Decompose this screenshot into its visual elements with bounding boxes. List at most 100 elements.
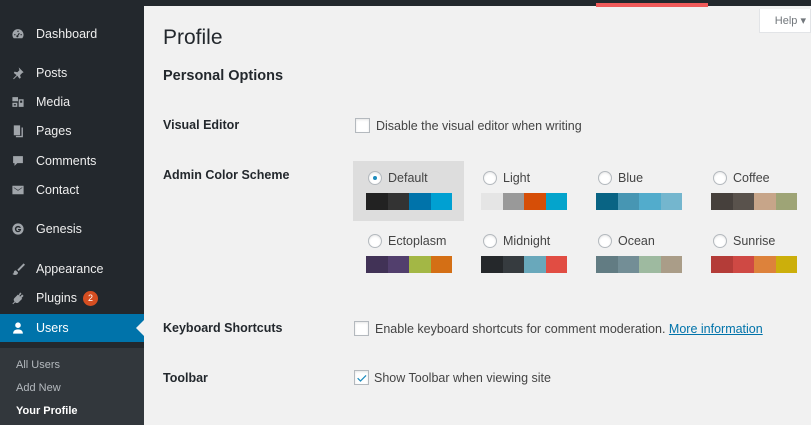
submenu-item-add-new[interactable]: Add New [16,382,61,394]
genesis-icon [0,222,36,236]
color-swatch [524,256,546,273]
sidebar-item-label: Comments [36,154,97,168]
sidebar-item-pages[interactable]: Pages [0,117,144,145]
color-swatch [754,256,776,273]
color-swatches [481,256,567,273]
color-swatches [711,256,797,273]
color-scheme-radio[interactable] [368,234,382,248]
color-swatch [387,256,409,273]
color-scheme-radio[interactable] [368,171,382,185]
keyboard-shortcuts-checkbox[interactable] [354,321,369,336]
sidebar-item-genesis[interactable]: Genesis [0,215,144,243]
color-swatches [481,193,567,210]
page-title: Profile [163,26,223,49]
admin-sidebar: Dashboard Posts Media Pages Comments Con… [0,6,144,425]
color-swatches [366,256,452,273]
plugin-icon [0,291,36,305]
color-swatch [754,193,776,210]
color-scheme-name: Sunrise [733,234,776,248]
color-scheme-radio[interactable] [598,234,612,248]
color-scheme-radio[interactable] [483,171,497,185]
color-scheme-option[interactable]: Light [468,161,579,221]
color-scheme-radio[interactable] [713,171,727,185]
color-scheme-name: Light [503,171,531,185]
keyboard-shortcuts-option-label: Enable keyboard shortcuts for comment mo… [375,322,666,336]
more-information-link[interactable]: More information [669,322,763,336]
visual-editor-label: Visual Editor [163,118,240,132]
brush-icon [0,262,36,276]
sidebar-item-label: Appearance [36,262,104,276]
visual-editor-checkbox[interactable] [355,118,370,133]
pages-icon [0,124,36,138]
sidebar-item-contact[interactable]: Contact [0,176,144,204]
sidebar-item-label: Genesis [36,222,82,236]
color-swatch [732,256,754,273]
help-tab-button[interactable]: Help ▾ [759,9,811,33]
sidebar-item-users[interactable]: Users [0,314,144,342]
color-swatch [596,193,618,210]
color-scheme-option[interactable]: Ocean [583,224,694,284]
sidebar-item-label: Posts [36,66,68,80]
color-swatch [775,256,797,273]
color-swatch [524,193,546,210]
sidebar-item-plugins[interactable]: Plugins 2 [0,284,144,312]
toolbar-option-label: Show Toolbar when viewing site [374,371,551,385]
color-swatch [545,193,567,210]
color-swatch [409,193,431,210]
color-scheme-radio[interactable] [598,171,612,185]
color-swatch [711,256,733,273]
color-scheme-radio[interactable] [713,234,727,248]
submenu-item-your-profile[interactable]: Your Profile [16,405,78,417]
sidebar-item-label: Dashboard [36,27,98,41]
color-swatch [481,193,503,210]
sidebar-item-label: Pages [36,124,72,138]
sidebar-item-label: Contact [36,183,80,197]
color-swatch [732,193,754,210]
keyboard-shortcuts-label: Keyboard Shortcuts [163,321,283,335]
color-scheme-option[interactable]: Default [353,161,464,221]
color-swatch [660,193,682,210]
color-swatch [545,256,567,273]
color-swatches [366,193,452,210]
submenu-item-all-users[interactable]: All Users [16,359,60,371]
color-scheme-name: Coffee [733,171,770,185]
color-swatch [711,193,733,210]
color-swatch [387,193,409,210]
color-scheme-option[interactable]: Sunrise [698,224,809,284]
sidebar-item-comments[interactable]: Comments [0,147,144,175]
sidebar-item-dashboard[interactable]: Dashboard [0,20,144,48]
color-scheme-name: Blue [618,171,644,185]
plugin-update-badge: 2 [83,290,98,306]
toolbar-checkbox[interactable] [354,370,369,385]
keyboard-shortcuts-option: Enable keyboard shortcuts for comment mo… [375,322,763,336]
color-swatch [617,193,639,210]
color-swatch [366,193,388,210]
color-swatch [502,193,524,210]
mail-icon [0,183,36,197]
color-swatch [639,256,661,273]
checkmark-icon [356,374,366,382]
color-swatch [430,256,452,273]
color-swatch [617,256,639,273]
sidebar-item-posts[interactable]: Posts [0,59,144,87]
color-swatch [366,256,388,273]
color-scheme-name: Midnight [503,234,551,248]
sidebar-item-label: Plugins [36,291,77,305]
color-swatch [481,256,503,273]
color-swatch [639,193,661,210]
color-scheme-option[interactable]: Coffee [698,161,809,221]
color-scheme-option[interactable]: Midnight [468,224,579,284]
color-scheme-radio[interactable] [483,234,497,248]
color-scheme-name: Ocean [618,234,655,248]
media-icon [0,95,36,109]
color-swatch [409,256,431,273]
pin-icon [0,66,36,80]
color-scheme-option[interactable]: Ectoplasm [353,224,464,284]
section-title: Personal Options [163,68,284,84]
color-scheme-option[interactable]: Blue [583,161,694,221]
user-icon [0,321,36,335]
sidebar-item-media[interactable]: Media [0,88,144,116]
sidebar-item-appearance[interactable]: Appearance [0,255,144,283]
color-swatch [596,256,618,273]
toolbar-label: Toolbar [163,371,208,385]
